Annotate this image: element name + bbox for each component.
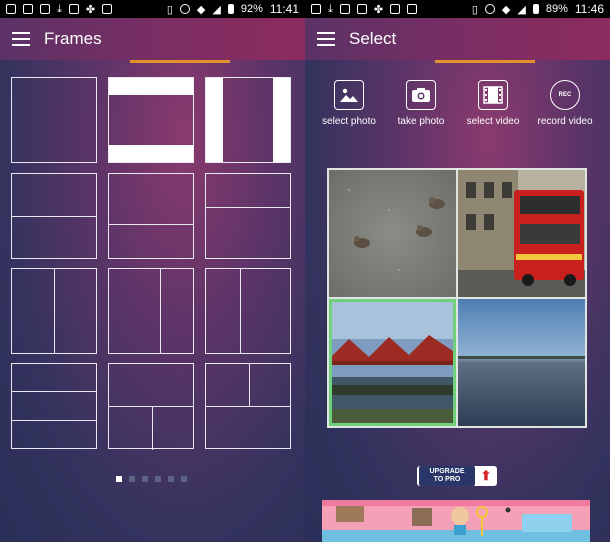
image-icon: [334, 80, 364, 110]
download-icon: ⤓: [57, 2, 62, 15]
signal-icon: ◢: [517, 3, 526, 16]
status-bar: ⤓ ✤ ▯ ◆ ◢ 92% 11:41: [0, 0, 305, 18]
tab-indicator: [435, 60, 535, 63]
page-title: Frames: [44, 29, 102, 48]
ad-banner[interactable]: [322, 500, 590, 542]
frame-two-rows-lower[interactable]: [108, 173, 194, 259]
calendar-icon: [40, 4, 50, 14]
clock: 11:41: [269, 2, 299, 16]
mail-icon: [339, 4, 350, 14]
alarm-icon: [179, 4, 190, 14]
camera-icon: [406, 80, 436, 110]
vibrate-icon: ▯: [166, 3, 173, 16]
app-bar: Frames: [0, 18, 305, 60]
page-dot[interactable]: [129, 476, 135, 482]
app-bar: Select: [305, 18, 610, 60]
frame-two-rows-bottom[interactable]: [11, 173, 97, 259]
photo-thumbnail-bus[interactable]: [458, 170, 585, 297]
lock-icon: [102, 4, 113, 14]
status-bar: ⤓ ✤ ▯ ◆ ◢ 89% 11:46: [305, 0, 610, 18]
notification-icon: [311, 4, 321, 14]
battery-level: 92%: [240, 3, 263, 15]
upgrade-to-pro-button[interactable]: UPGRADE TO PRO ⬆: [417, 466, 497, 486]
upgrade-label: UPGRADE TO PRO: [419, 466, 475, 486]
download-icon: ⤓: [328, 2, 333, 15]
frame-top-and-two-bottom[interactable]: [108, 363, 194, 450]
photo-thumbnail-birds[interactable]: [329, 170, 456, 297]
photo-thumbnail-bridge[interactable]: [329, 299, 456, 426]
page-dot[interactable]: [168, 476, 174, 482]
take-photo-label: take photo: [397, 116, 445, 127]
frame-two-top-and-bottom[interactable]: [205, 363, 291, 449]
page-indicator: [116, 476, 187, 482]
frame-two-cols-left[interactable]: [11, 268, 97, 354]
page-dot[interactable]: [142, 476, 148, 482]
upgrade-line1: UPGRADE: [429, 468, 465, 475]
page-dot[interactable]: [181, 476, 187, 482]
frame-vertical-bands[interactable]: [205, 77, 291, 163]
alarm-icon: [484, 4, 495, 14]
frame-two-cols-narrow[interactable]: [205, 268, 291, 354]
photo-grid: [327, 168, 587, 428]
upgrade-line2: TO PRO: [433, 476, 461, 483]
frame-three-rows[interactable]: [11, 363, 97, 449]
calendar-icon: [356, 4, 367, 14]
rec-icon-text: REC: [558, 92, 572, 98]
mail-icon: [23, 4, 33, 14]
clock: 11:46: [574, 2, 604, 16]
take-photo-button[interactable]: take photo: [381, 80, 461, 127]
menu-icon[interactable]: [12, 32, 30, 46]
frame-two-cols-right[interactable]: [108, 268, 194, 354]
battery-level: 89%: [545, 3, 568, 15]
battery-icon: [532, 4, 539, 14]
rec-icon: REC: [550, 80, 580, 110]
select-screen: ⤓ ✤ ▯ ◆ ◢ 89% 11:46 Select select photo …: [305, 0, 610, 542]
frames-screen: ⤓ ✤ ▯ ◆ ◢ 92% 11:41 Frames: [0, 0, 305, 542]
frame-single[interactable]: [11, 77, 97, 163]
wifi-icon: ◆: [501, 3, 511, 16]
select-photo-label: select photo: [322, 116, 376, 127]
battery-icon: [227, 4, 234, 14]
notification-icon: [6, 4, 16, 14]
wifi-icon: ◆: [196, 3, 206, 16]
film-icon: [478, 80, 508, 110]
page-title: Select: [349, 29, 397, 48]
page-dot[interactable]: [116, 476, 122, 482]
vibrate-icon: ▯: [471, 3, 478, 16]
select-photo-button[interactable]: select photo: [309, 80, 389, 127]
app-icon: ✤: [85, 3, 96, 16]
select-video-button[interactable]: select video: [453, 80, 533, 127]
lock-icon: [407, 4, 418, 14]
tab-indicator: [130, 60, 230, 63]
frame-two-rows-upper[interactable]: [205, 173, 291, 259]
page-dot[interactable]: [155, 476, 161, 482]
record-video-button[interactable]: REC record video: [525, 80, 605, 127]
select-video-label: select video: [466, 116, 520, 127]
photo-thumbnail-water[interactable]: [458, 299, 585, 426]
photo-icon: [68, 4, 79, 14]
frame-horizontal-bands[interactable]: [108, 77, 194, 163]
arrow-up-icon: ⬆: [480, 468, 492, 483]
photo-icon: [390, 4, 401, 14]
record-video-label: record video: [537, 116, 593, 127]
signal-icon: ◢: [212, 3, 221, 16]
app-icon: ✤: [373, 3, 384, 16]
menu-icon[interactable]: [317, 32, 335, 46]
